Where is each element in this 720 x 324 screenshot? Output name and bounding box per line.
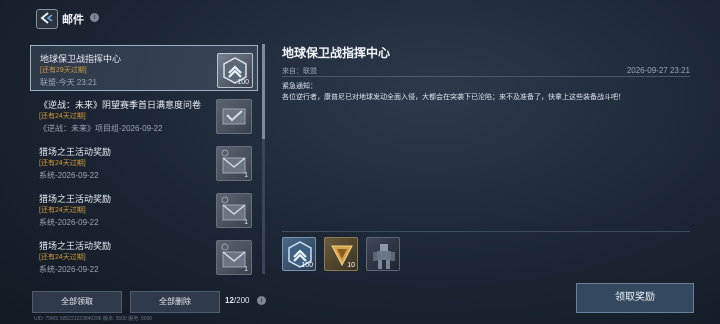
- mail-count-current: 12: [225, 296, 234, 305]
- mail-detail-title: 地球保卫战指挥中心: [282, 46, 391, 60]
- footer-uid: UID: 79MS 505221233840296 版本: 0000 服务: 0…: [34, 316, 153, 322]
- divider: [282, 231, 690, 232]
- mail-list: 地球保卫战指挥中心 [还有29天过期] 联盟-今天 23:21 100 《逆战：…: [30, 43, 260, 275]
- mail-item-2[interactable]: 《逆战：未来》阴望赛季首日满意度问卷 [还有24天过期] 《逆战：未来》项目组-…: [30, 92, 258, 138]
- mail-meta: 系统-2026-09-22: [39, 218, 99, 227]
- mail-salutation: 紧急通知：: [282, 83, 317, 90]
- attachment-2[interactable]: 10: [324, 237, 358, 271]
- attachment-count: 100: [301, 262, 313, 269]
- mail-meta: 联盟-今天 23:21: [40, 78, 97, 87]
- mail-sender: 来自：联盟: [282, 68, 317, 75]
- mail-date: 2026-09-27 23:21: [626, 66, 690, 75]
- envelope-icon: 1: [216, 193, 252, 228]
- mail-item-3[interactable]: 猎场之王活动奖励 [还有24天过期] 系统-2026-09-22 1: [30, 139, 258, 185]
- attachment-1[interactable]: 100: [282, 237, 316, 271]
- mail-body: 各位逆行者，康普尼已对地球发动全面入侵，大都会在突袭下已沦陷；来不及准备了，快拿…: [282, 94, 625, 101]
- mail-expire: [还有24天过期]: [39, 113, 86, 120]
- mail-meta: 系统-2026-09-22: [39, 265, 99, 274]
- mail-item-5[interactable]: 猎场之王活动奖励 [还有24天过期] 系统-2026-09-22 1: [30, 233, 258, 275]
- attachment-3[interactable]: [366, 237, 400, 271]
- back-button[interactable]: [36, 9, 58, 29]
- envelope-check-icon: [216, 99, 252, 134]
- mail-item-4[interactable]: 猎场之王活动奖励 [还有24天过期] 系统-2026-09-22 1: [30, 186, 258, 232]
- mail-item-1[interactable]: 地球保卫战指挥中心 [还有29天过期] 联盟-今天 23:21 100: [30, 45, 258, 91]
- claim-reward-button[interactable]: 领取奖励: [576, 283, 694, 313]
- delete-all-button[interactable]: 全部删除: [130, 291, 220, 313]
- divider: [282, 76, 690, 77]
- mail-title: 地球保卫战指挥中心: [40, 54, 122, 64]
- mail-count-total: /200: [233, 296, 250, 305]
- mail-expire: [还有29天过期]: [40, 67, 87, 74]
- mail-meta: 系统-2026-09-22: [39, 171, 99, 180]
- mail-expire: [还有24天过期]: [39, 254, 86, 261]
- mail-item-count: 1: [244, 266, 248, 273]
- mail-expire: [还有24天过期]: [39, 160, 86, 167]
- mail-title: 猎场之王活动奖励: [39, 194, 112, 204]
- mech-robot-icon: [373, 244, 395, 269]
- claim-all-button[interactable]: 全部领取: [32, 291, 122, 313]
- envelope-icon: 1: [216, 146, 252, 181]
- mail-item-count: 1: [244, 219, 248, 226]
- mail-item-count: 100: [237, 79, 249, 86]
- mail-meta: 《逆战：未来》项目组-2026-09-22: [39, 124, 163, 133]
- mail-title: 猎场之王活动奖励: [39, 147, 112, 157]
- info-icon[interactable]: i: [90, 13, 99, 22]
- envelope-icon: 1: [216, 240, 252, 275]
- mail-title: 猎场之王活动奖励: [39, 241, 112, 251]
- info-icon[interactable]: i: [257, 296, 266, 305]
- scrollbar-thumb[interactable]: [262, 44, 265, 139]
- mail-expire: [还有24天过期]: [39, 207, 86, 214]
- page-title: 邮件: [62, 14, 84, 26]
- mail-title: 《逆战：未来》阴望赛季首日满意度问卷: [39, 100, 202, 110]
- back-arrow-icon: [40, 12, 53, 24]
- mail-count: 12/200: [225, 296, 249, 305]
- attachment-count: 10: [347, 262, 355, 269]
- mail-item-count: 1: [244, 172, 248, 179]
- gold-badge-icon: 100: [217, 53, 253, 88]
